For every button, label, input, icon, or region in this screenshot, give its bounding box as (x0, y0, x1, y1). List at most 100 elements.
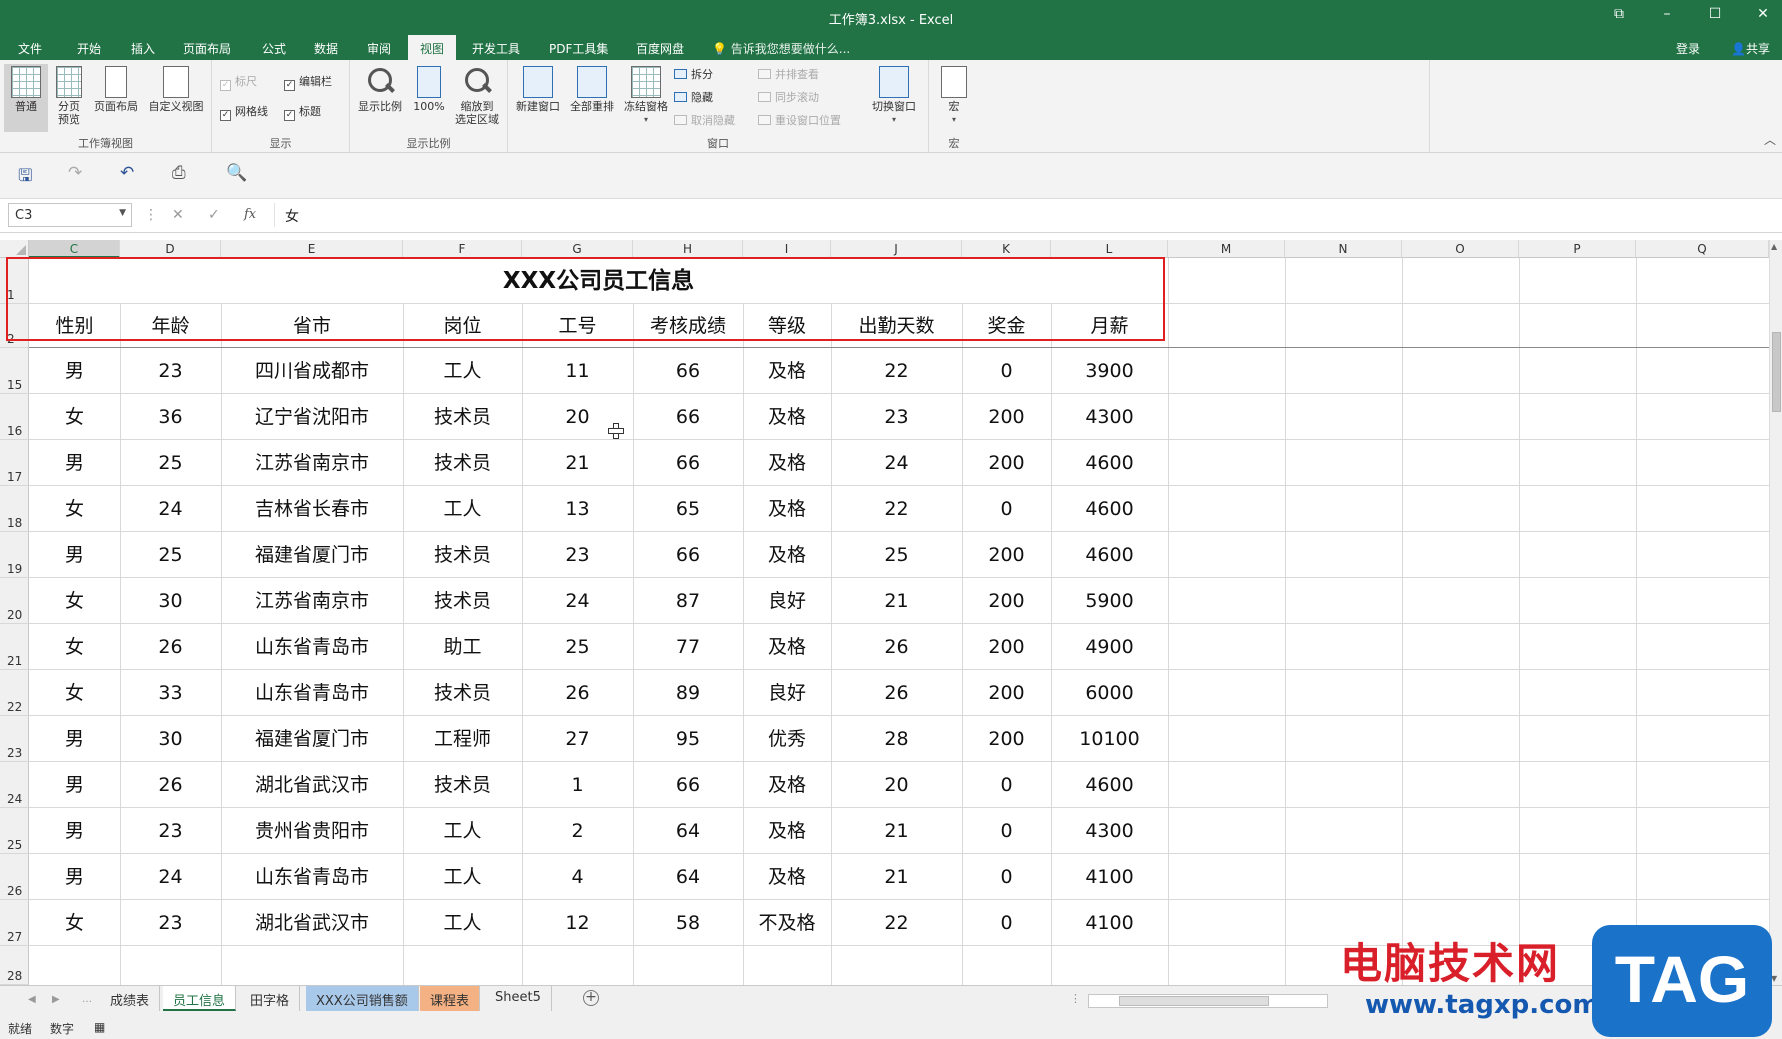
header-cell-salary[interactable]: 月薪 (1051, 303, 1168, 349)
cell-gender[interactable]: 男 (29, 348, 120, 394)
cell-score[interactable]: 66 (633, 532, 743, 578)
column-header-k[interactable]: K (962, 240, 1051, 258)
cell-score[interactable]: 95 (633, 716, 743, 762)
cell-bonus[interactable]: 0 (962, 762, 1051, 808)
cell-age[interactable]: 25 (120, 440, 221, 486)
header-cell-grade[interactable]: 等级 (743, 303, 831, 349)
cell-bonus[interactable]: 0 (962, 854, 1051, 900)
cell-score[interactable]: 64 (633, 808, 743, 854)
cell-score[interactable]: 87 (633, 578, 743, 624)
cell-grade[interactable]: 及格 (743, 440, 831, 486)
scroll-tabs-right-icon[interactable]: ▶ (52, 994, 60, 1005)
cell-score[interactable]: 65 (633, 486, 743, 532)
zoom-button[interactable]: 显示比例 (354, 64, 406, 113)
cell-gender[interactable]: 女 (29, 394, 120, 440)
row-header-26[interactable]: 26 (0, 854, 29, 900)
cell-position[interactable]: 技术员 (403, 532, 522, 578)
sheet-title-cell[interactable]: XXX公司员工信息 (29, 258, 1168, 304)
scroll-tabs-left-icon[interactable]: ◀ (28, 994, 36, 1005)
cell-attendance[interactable]: 22 (831, 486, 962, 532)
collapse-ribbon-icon[interactable]: ︿ (1764, 131, 1776, 148)
cell-gender[interactable]: 男 (29, 762, 120, 808)
cell-position[interactable]: 工人 (403, 808, 522, 854)
cell-position[interactable]: 工人 (403, 348, 522, 394)
header-cell-bonus[interactable]: 奖金 (962, 303, 1051, 349)
cell-attendance[interactable]: 21 (831, 578, 962, 624)
unhide-button[interactable]: 取消隐藏 (674, 112, 735, 128)
column-header-c[interactable]: C (29, 240, 120, 258)
cell-bonus[interactable]: 0 (962, 808, 1051, 854)
enter-icon[interactable]: ✓ (208, 207, 220, 223)
column-header-i[interactable]: I (743, 240, 831, 258)
cell-attendance[interactable]: 24 (831, 440, 962, 486)
cell-score[interactable]: 77 (633, 624, 743, 670)
cell-salary[interactable]: 4600 (1051, 440, 1168, 486)
cell-age[interactable]: 33 (120, 670, 221, 716)
cell-bonus[interactable]: 200 (962, 440, 1051, 486)
column-header-l[interactable]: L (1051, 240, 1168, 258)
formula-input[interactable]: 女 (274, 203, 1762, 227)
cell-bonus[interactable]: 200 (962, 624, 1051, 670)
tab-formulas[interactable]: 公式 (262, 40, 286, 57)
column-header-h[interactable]: H (633, 240, 743, 258)
header-cell-position[interactable]: 岗位 (403, 303, 522, 349)
cell-attendance[interactable]: 22 (831, 348, 962, 394)
tab-pdf-tools[interactable]: PDF工具集 (549, 40, 608, 57)
cell-attendance[interactable]: 20 (831, 762, 962, 808)
gridlines-checkbox[interactable]: ✓ 网格线 (220, 103, 268, 121)
cell-salary[interactable]: 3900 (1051, 348, 1168, 394)
cell-id[interactable]: 24 (522, 578, 633, 624)
cell-gender[interactable]: 男 (29, 532, 120, 578)
cell-id[interactable]: 1 (522, 762, 633, 808)
column-header-f[interactable]: F (403, 240, 522, 258)
more-tabs-icon[interactable]: … (82, 994, 92, 1005)
macros-button[interactable]: 宏 ▾ (934, 64, 974, 126)
cell-attendance[interactable]: 21 (831, 854, 962, 900)
cell-bonus[interactable]: 200 (962, 716, 1051, 762)
cell-grade[interactable]: 不及格 (743, 900, 831, 946)
cell-position[interactable]: 工人 (403, 854, 522, 900)
cell-position[interactable]: 技术员 (403, 670, 522, 716)
cell-score[interactable]: 66 (633, 762, 743, 808)
cell-city[interactable]: 山东省青岛市 (221, 670, 403, 716)
row-header-18[interactable]: 18 (0, 486, 29, 532)
cell-gender[interactable]: 女 (29, 578, 120, 624)
header-cell-gender[interactable]: 性别 (29, 303, 120, 349)
header-cell-score[interactable]: 考核成绩 (633, 303, 743, 349)
tab-review[interactable]: 审阅 (367, 40, 391, 57)
cell-grade[interactable]: 优秀 (743, 716, 831, 762)
maximize-button[interactable]: ☐ (1704, 6, 1726, 26)
cell-age[interactable]: 25 (120, 532, 221, 578)
tab-data[interactable]: 数据 (314, 40, 338, 57)
headings-checkbox[interactable]: ✓ 标题 (284, 103, 321, 121)
save-icon[interactable]: 🖫 (18, 163, 32, 192)
cell-id[interactable]: 4 (522, 854, 633, 900)
ribbon-display-options-button[interactable]: ⧉ (1608, 6, 1630, 26)
hide-button[interactable]: 隐藏 (674, 89, 713, 105)
cell-position[interactable]: 工人 (403, 486, 522, 532)
cell-position[interactable]: 技术员 (403, 762, 522, 808)
zoom-to-selection-button[interactable]: 缩放到 选定区域 (450, 64, 504, 126)
row-header-19[interactable]: 19 (0, 532, 29, 578)
splitter-icon[interactable]: ⋮ (1070, 992, 1081, 1005)
cell-score[interactable]: 66 (633, 394, 743, 440)
close-button[interactable]: ✕ (1752, 6, 1774, 26)
scroll-up-icon[interactable]: ▲ (1771, 242, 1777, 251)
sheet-tab-sheet5[interactable]: Sheet5 (485, 986, 552, 1011)
login-link[interactable]: 登录 (1676, 40, 1700, 57)
cell-score[interactable]: 64 (633, 854, 743, 900)
cell-attendance[interactable]: 25 (831, 532, 962, 578)
cell-score[interactable]: 58 (633, 900, 743, 946)
cell-attendance[interactable]: 23 (831, 394, 962, 440)
insert-function-icon[interactable]: fx (244, 207, 256, 222)
cell-age[interactable]: 23 (120, 348, 221, 394)
cell-age[interactable]: 23 (120, 900, 221, 946)
cell-city[interactable]: 福建省厦门市 (221, 532, 403, 578)
tab-developer[interactable]: 开发工具 (472, 40, 520, 57)
custom-views-button[interactable]: 自定义视图 (144, 64, 208, 113)
cell-attendance[interactable]: 22 (831, 900, 962, 946)
cell-grade[interactable]: 及格 (743, 762, 831, 808)
cell-grade[interactable]: 及格 (743, 624, 831, 670)
row-header-28[interactable]: 28 (0, 946, 29, 985)
cell-age[interactable]: 30 (120, 578, 221, 624)
